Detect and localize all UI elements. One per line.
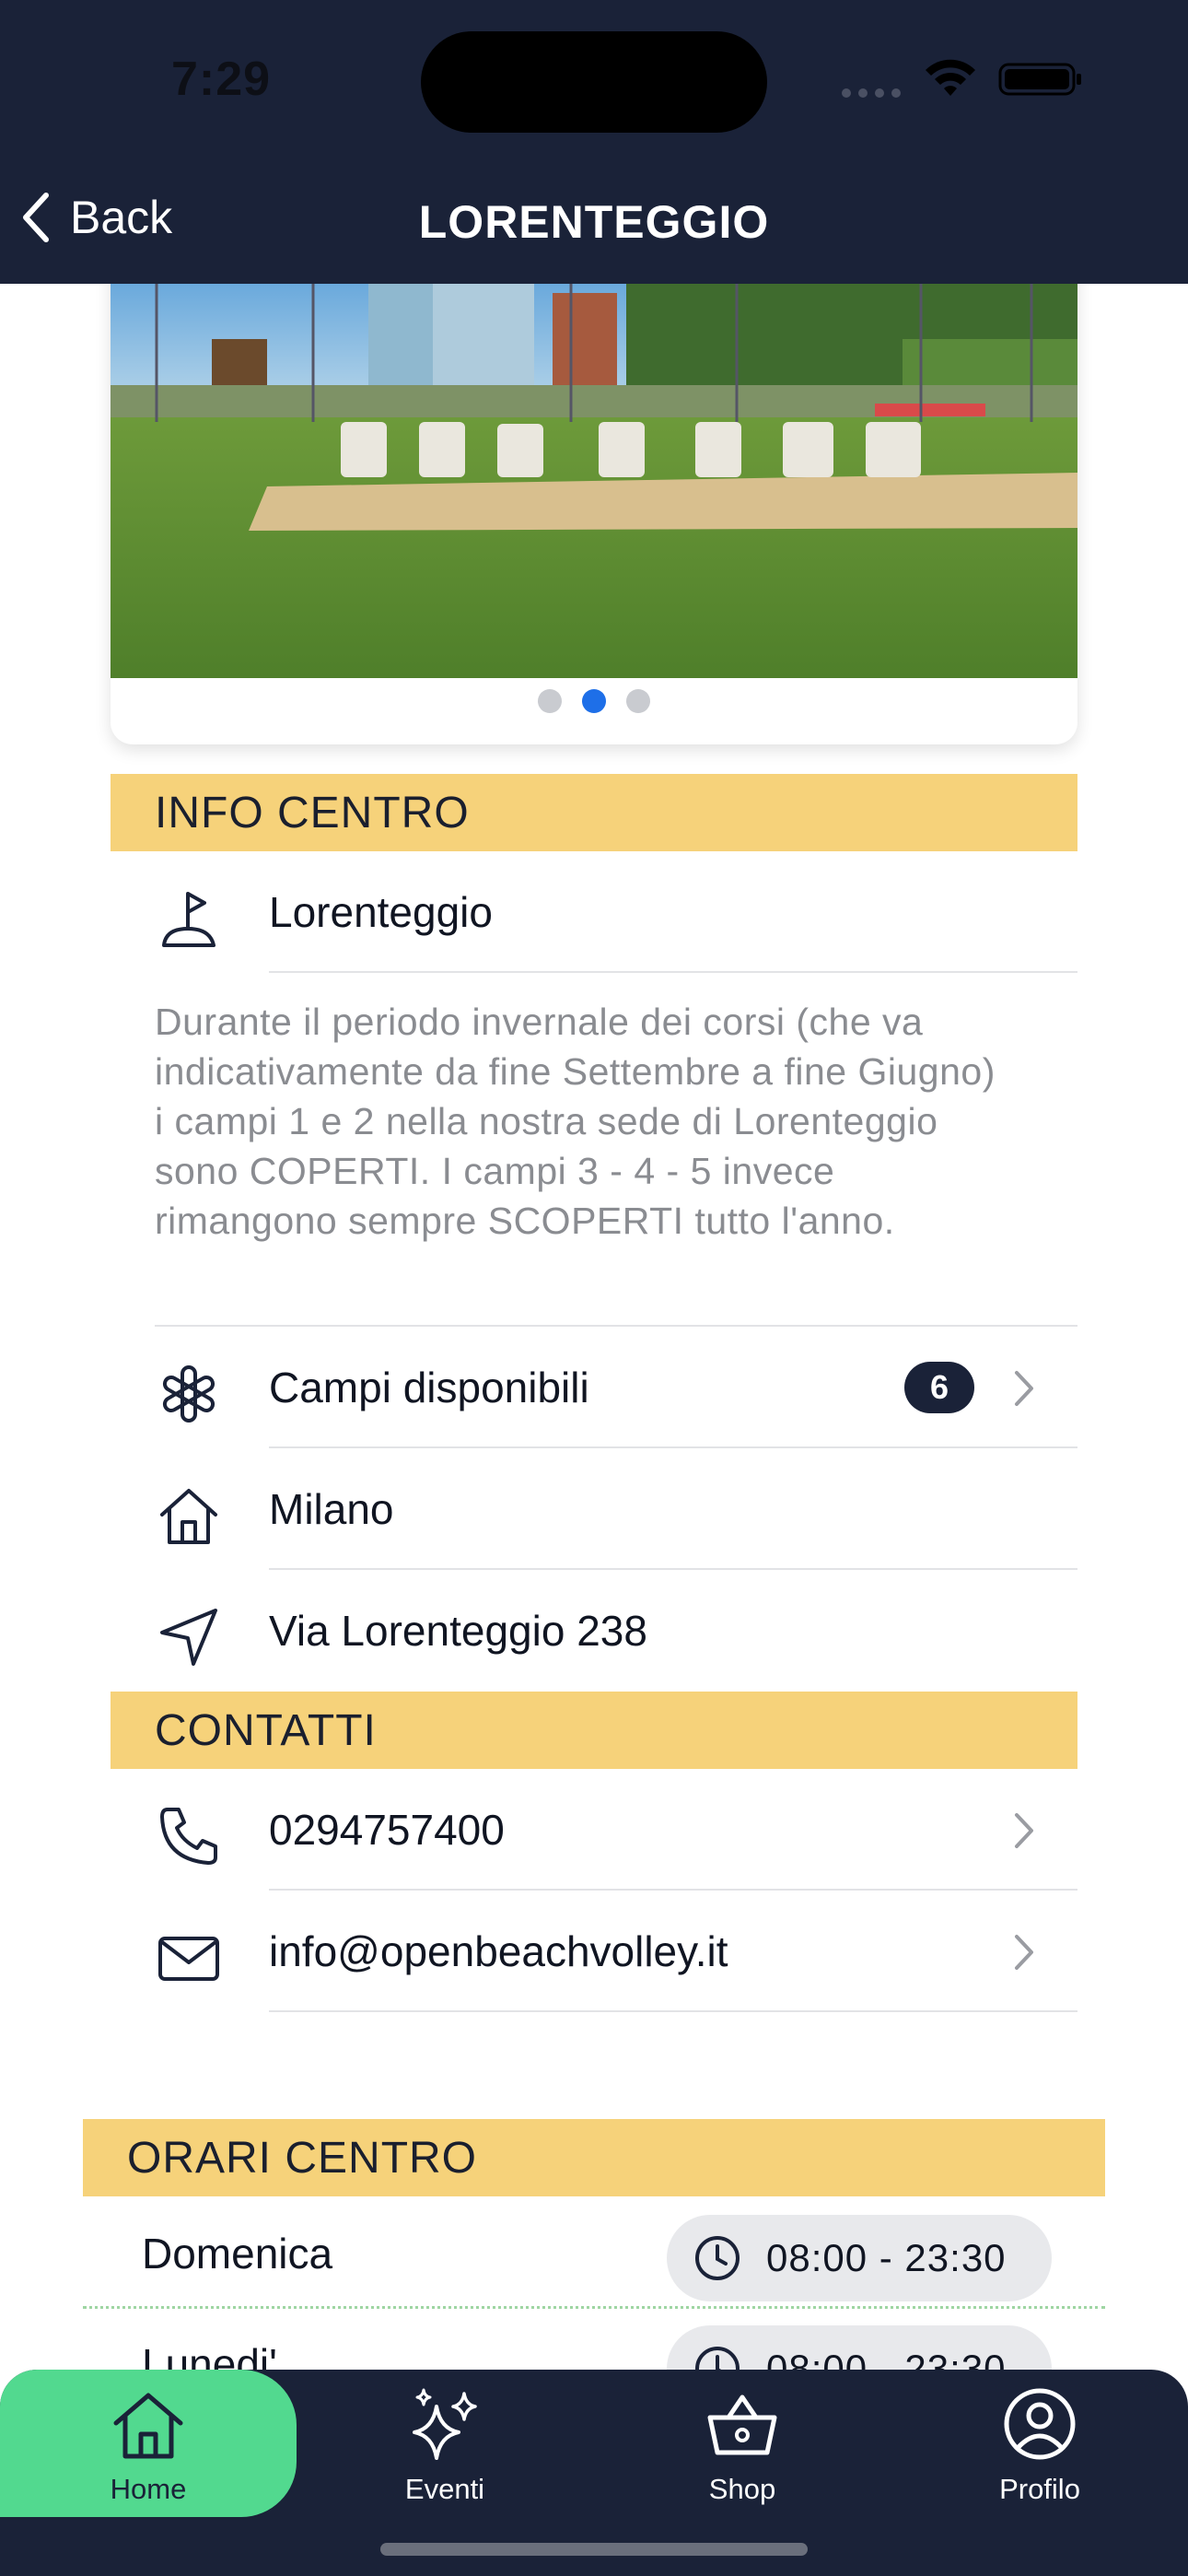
phone-number: 0294757400 bbox=[269, 1806, 505, 1854]
tab-label: Home bbox=[110, 2473, 187, 2505]
carousel-dot-active[interactable] bbox=[582, 689, 606, 713]
sparkles-icon bbox=[413, 2388, 477, 2460]
clock-icon bbox=[695, 2236, 740, 2280]
center-name: Lorenteggio bbox=[269, 888, 493, 936]
battery-icon bbox=[998, 63, 1081, 96]
tab-profilo[interactable]: Profilo bbox=[891, 2370, 1188, 2517]
chevron-right-icon bbox=[1015, 1935, 1033, 1970]
wifi-icon bbox=[926, 59, 975, 96]
email-row[interactable]: info@openbeachvolley.it bbox=[111, 1891, 1077, 2012]
carousel-dot[interactable] bbox=[538, 689, 562, 713]
mail-icon bbox=[158, 1937, 219, 1981]
tab-label: Profilo bbox=[999, 2473, 1080, 2505]
hours-row: Domenica 08:00 - 23:30 bbox=[83, 2198, 1105, 2309]
user-circle-icon bbox=[1004, 2388, 1076, 2460]
section-header-orari: ORARI CENTRO bbox=[83, 2119, 1105, 2196]
dynamic-island bbox=[421, 31, 767, 133]
hours-pill: 08:00 - 23:30 bbox=[667, 2215, 1052, 2301]
basket-icon bbox=[707, 2395, 777, 2455]
image-carousel[interactable] bbox=[111, 221, 1077, 744]
home-indicator bbox=[380, 2543, 808, 2556]
hours-text: 08:00 - 23:30 bbox=[766, 2236, 1007, 2279]
status-time: 7:29 bbox=[171, 53, 272, 106]
city-label: Milano bbox=[269, 1485, 394, 1533]
courts-label: Campi disponibili bbox=[269, 1364, 589, 1411]
signal-dots-icon bbox=[842, 88, 901, 98]
address-label: Via Lorenteggio 238 bbox=[269, 1607, 647, 1655]
flag-icon bbox=[162, 892, 215, 947]
address-row[interactable]: Via Lorenteggio 238 bbox=[111, 1570, 1077, 1692]
email-address: info@openbeachvolley.it bbox=[269, 1927, 728, 1975]
tab-label: Eventi bbox=[404, 2473, 485, 2505]
phone-row[interactable]: 0294757400 bbox=[111, 1769, 1077, 1891]
chevron-right-icon bbox=[1015, 1813, 1033, 1848]
asterisk-icon bbox=[162, 1365, 215, 1423]
carousel-pagination[interactable] bbox=[111, 689, 1077, 713]
tab-home[interactable]: Home bbox=[0, 2370, 297, 2517]
tab-label: Shop bbox=[708, 2473, 776, 2505]
courts-count-badge: 6 bbox=[904, 1362, 974, 1413]
home-icon bbox=[113, 2393, 183, 2459]
carousel-dot[interactable] bbox=[626, 689, 650, 713]
app-header: 7:29 Back LORENTEGGIO bbox=[0, 0, 1188, 284]
home-icon bbox=[160, 1489, 217, 1544]
venue-photo bbox=[111, 284, 1077, 678]
section-header-contatti: CONTATTI bbox=[111, 1692, 1077, 1769]
courts-row[interactable]: Campi disponibili 6 bbox=[111, 1327, 1077, 1448]
chevron-right-icon bbox=[1015, 1371, 1033, 1406]
divider bbox=[269, 971, 1077, 973]
page-title: LORENTEGGIO bbox=[418, 196, 770, 248]
tab-shop[interactable]: Shop bbox=[594, 2370, 891, 2517]
tab-eventi[interactable]: Eventi bbox=[297, 2370, 593, 2517]
center-name-row: Lorenteggio bbox=[111, 851, 1077, 973]
divider bbox=[269, 2010, 1077, 2012]
city-row: Milano bbox=[111, 1448, 1077, 1570]
section-header-info-centro: INFO CENTRO bbox=[111, 774, 1077, 851]
center-description: Durante il periodo invernale dei corsi (… bbox=[155, 1001, 996, 1242]
navigation-arrow-icon bbox=[160, 1609, 217, 1666]
day-label: Domenica bbox=[142, 2230, 333, 2277]
phone-icon bbox=[160, 1808, 217, 1865]
